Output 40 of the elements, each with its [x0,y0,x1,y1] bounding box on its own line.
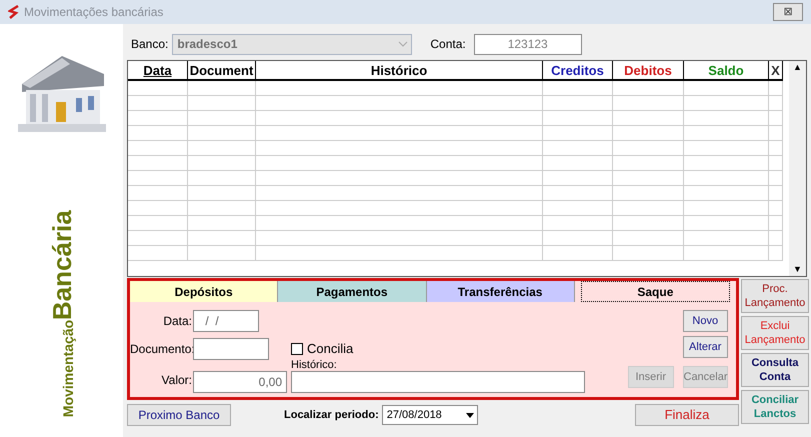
history-field[interactable] [291,371,585,393]
finish-button[interactable]: Finaliza [635,404,739,426]
column-header[interactable]: Data [128,61,188,79]
side-button[interactable]: Proc. Lançamento [741,279,809,313]
column-header[interactable]: Debitos [613,61,684,79]
side-title: Movimentação [60,320,74,417]
tab[interactable]: Depósitos [130,281,278,302]
close-button[interactable]: ⊠ [773,3,803,21]
account-field[interactable]: 123123 [474,34,582,54]
value-label: Valor: [160,372,192,389]
scrollbar[interactable]: ▲ ▼ [789,61,806,276]
next-bank-button[interactable]: Proximo Banco [127,404,231,426]
account-label: Conta: [430,36,466,53]
side-button[interactable]: Exclui Lançamento [741,316,809,350]
form-button[interactable]: Alterar [682,336,728,358]
document-field[interactable] [193,338,269,360]
period-label: Localizar periodo: [284,408,379,423]
column-header[interactable]: Document [188,61,256,79]
document-label: Documento: [130,341,192,358]
date-label: Data: [162,313,192,330]
tab[interactable]: Saque [580,281,730,302]
scroll-up-button[interactable]: ▲ [793,61,802,74]
column-header[interactable]: Histórico [256,61,543,79]
window-title: Movimentações bancárias [24,4,164,21]
tab[interactable]: Transferências [426,281,575,302]
concilia-checkbox[interactable]: Concilia [291,339,354,359]
side-button[interactable]: Consulta Conta [741,353,809,387]
period-select[interactable]: 27/08/2018 [382,405,478,425]
bank-label: Banco: [131,36,168,53]
column-header[interactable]: Saldo [684,61,769,79]
form-button[interactable]: Novo [682,310,728,332]
scroll-down-button[interactable]: ▼ [793,262,802,276]
column-header[interactable]: X [769,61,783,79]
tab[interactable]: Pagamentos [278,281,426,302]
app-logo-icon [8,5,20,19]
history-label: Histórico: [291,360,338,371]
value-field[interactable]: 0,00 [193,371,287,393]
date-field[interactable]: / / [193,310,259,332]
column-header[interactable]: Creditos [543,61,613,79]
side-title: Bancária [48,210,74,320]
